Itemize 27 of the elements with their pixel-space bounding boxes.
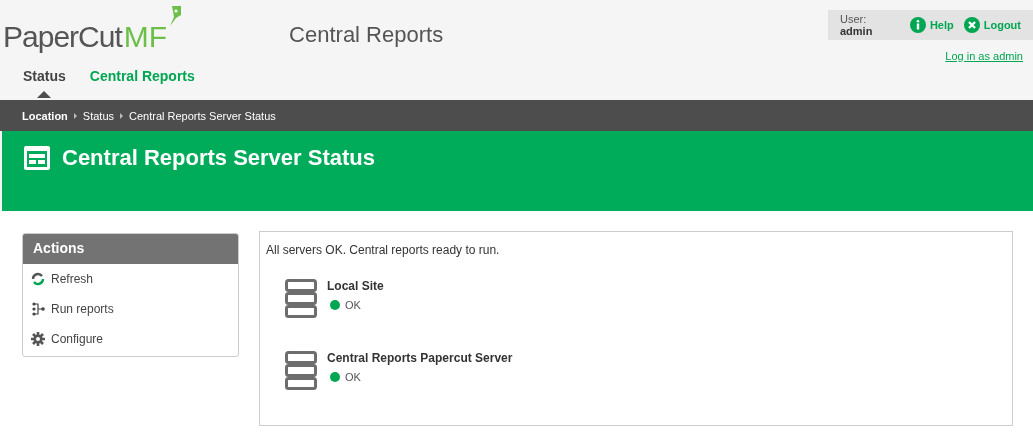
server-icon [285,351,317,391]
window-icon [24,146,50,170]
info-icon [909,17,926,33]
breadcrumb-link[interactable]: Location [22,109,68,122]
page-title: Central Reports Server Status [62,145,375,171]
separator-icon [120,112,124,119]
refresh-icon [31,272,45,286]
summary-text: All servers OK. Central reports ready to run. [266,243,501,257]
logo: PaperCutMF [3,22,182,52]
settings-icon [31,332,45,346]
branch-icon [31,302,45,316]
server-icon [285,279,317,319]
user-label: User: admin [840,13,874,37]
panel-header: Actions [23,234,238,264]
close-icon [963,17,980,33]
action-link[interactable]: Run reports [23,294,238,324]
action-link[interactable]: Refresh [23,264,238,294]
status-text: OK [345,371,361,383]
separator-icon [73,112,77,119]
status-text: OK [345,299,361,311]
app-title: Central Reports [289,22,444,48]
action-link[interactable]: Configure [23,324,238,354]
breadcrumb-link[interactable]: Central Reports Server Status [129,109,276,122]
nav-tab[interactable]: Status [23,68,66,98]
server-name: Central Reports Papercut Server [327,351,513,365]
breadcrumb-link[interactable]: Status [82,109,115,122]
server-name: Local Site [327,279,384,293]
